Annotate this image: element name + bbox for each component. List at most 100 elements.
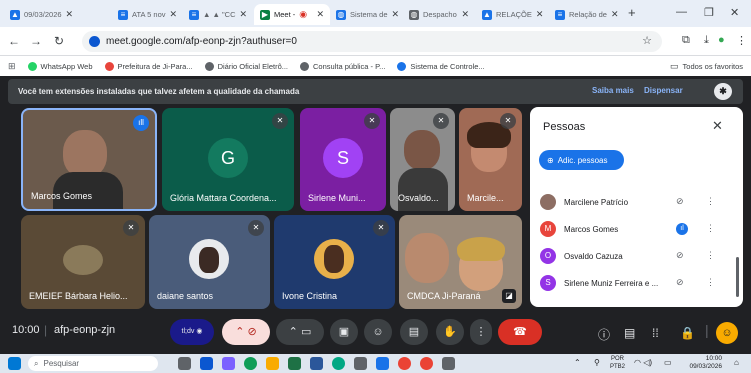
reload-icon[interactable]: ↻ bbox=[54, 34, 64, 48]
bookmark-whatsapp[interactable]: WhatsApp Web bbox=[27, 61, 93, 71]
excel-icon[interactable] bbox=[288, 357, 301, 370]
video-tile-sirlene[interactable]: S ✕ Sirlene Muni... bbox=[300, 108, 386, 211]
battery-icon[interactable]: ▭ bbox=[664, 358, 672, 367]
mic-toggle-button[interactable]: ⌃ ⊘ bbox=[222, 319, 270, 345]
info-icon[interactable]: ⓘ bbox=[598, 326, 610, 343]
meeting-controls: 10:00 | afp-eonp-zjn tl;dv ◉ ⌃ ⊘ ⌃ ▭ ▣ ☺… bbox=[0, 310, 751, 354]
task-view-icon[interactable] bbox=[178, 357, 191, 370]
minimize-icon[interactable]: — bbox=[676, 6, 687, 18]
download-icon[interactable]: ⤓ bbox=[704, 34, 709, 47]
system-clock[interactable]: 10:00 09/03/2026 bbox=[682, 355, 722, 371]
more-options-icon[interactable]: ⋮ bbox=[706, 277, 715, 288]
video-tile-gloria[interactable]: G ✕ Glória Mattara Coordena... bbox=[162, 108, 294, 211]
app-icon[interactable] bbox=[354, 357, 367, 370]
avatar: S bbox=[540, 275, 556, 291]
captions-button[interactable]: ▣ bbox=[330, 319, 358, 345]
browser-tab[interactable]: ≡ ▲ ▲ "CC ✕ bbox=[183, 4, 253, 25]
video-tile-osvaldo[interactable]: ✕ Osvaldo... bbox=[390, 108, 455, 211]
close-tab-icon[interactable]: ✕ bbox=[240, 9, 248, 20]
present-button[interactable]: ▤ bbox=[400, 319, 428, 345]
extension-puzzle-icon[interactable]: ✱ bbox=[714, 83, 732, 100]
activities-icon[interactable]: ⁞⁞ bbox=[652, 326, 659, 340]
menu-icon[interactable]: ⋮ bbox=[736, 34, 747, 47]
more-options-button[interactable]: ⋮ bbox=[470, 319, 492, 345]
bookmark-sistema[interactable]: Sistema de Controle... bbox=[397, 61, 485, 71]
close-panel-icon[interactable]: ✕ bbox=[712, 118, 723, 134]
address-bar[interactable]: meet.google.com/afp-eonp-zjn?authuser=0 … bbox=[82, 31, 662, 52]
video-tile-marcilene[interactable]: ✕ Marcile... bbox=[459, 108, 522, 211]
browser-tab[interactable]: ▲ RELAÇÕE ✕ bbox=[476, 4, 548, 25]
site-info-icon[interactable] bbox=[89, 36, 100, 47]
extensions-icon[interactable]: ⧉ bbox=[682, 34, 690, 47]
add-people-button[interactable]: ⊕ Adic. pessoas bbox=[539, 150, 624, 170]
close-tab-icon[interactable]: ✕ bbox=[66, 9, 74, 20]
dismiss-button[interactable]: Dispensar bbox=[644, 86, 683, 95]
chrome-icon[interactable] bbox=[398, 357, 411, 370]
bookmark-star-icon[interactable]: ☆ bbox=[642, 34, 652, 47]
leave-call-button[interactable]: ☎ bbox=[498, 319, 542, 345]
browser-tab[interactable]: ≡ Relação de ✕ bbox=[549, 4, 621, 25]
file-explorer-icon[interactable] bbox=[266, 357, 279, 370]
browser-tab-active[interactable]: ▶ Meet - ◉ ✕ bbox=[254, 4, 330, 25]
wifi-volume-icon[interactable]: ◠ ◁) bbox=[634, 358, 652, 367]
tab-label: RELAÇÕE bbox=[496, 10, 532, 19]
bookmark-consulta[interactable]: Consulta pública - P... bbox=[300, 61, 385, 71]
profile-icon[interactable]: ● bbox=[718, 34, 725, 46]
more-options-icon[interactable]: ⋮ bbox=[706, 223, 715, 234]
word-icon[interactable] bbox=[310, 357, 323, 370]
learn-more-link[interactable]: Saiba mais bbox=[592, 86, 634, 95]
raise-hand-button[interactable]: ✋ bbox=[436, 319, 464, 345]
taskbar-search[interactable]: ⌕ Pesquisar bbox=[28, 356, 158, 371]
new-tab-icon[interactable]: + bbox=[628, 5, 636, 20]
all-bookmarks[interactable]: ▭ Todos os favoritos bbox=[670, 61, 743, 72]
settings-icon[interactable] bbox=[442, 357, 455, 370]
folder-icon: ▭ bbox=[670, 60, 679, 71]
edge-icon[interactable] bbox=[244, 357, 257, 370]
bookmark-prefeitura[interactable]: Prefeitura de Ji-Para... bbox=[104, 61, 193, 71]
forward-icon[interactable]: → bbox=[30, 34, 42, 48]
video-tile-marcos[interactable]: ıll Marcos Gomes bbox=[21, 108, 157, 211]
browser-tab[interactable]: ≡ ATA 5 nov ✕ bbox=[112, 4, 182, 25]
close-tab-icon[interactable]: ✕ bbox=[461, 9, 469, 20]
mic-off-icon: ✕ bbox=[500, 113, 516, 129]
app-icon[interactable] bbox=[376, 357, 389, 370]
whatsapp-icon[interactable] bbox=[332, 357, 345, 370]
app-icon[interactable] bbox=[222, 357, 235, 370]
apps-icon[interactable]: ⊞ bbox=[8, 61, 16, 72]
close-tab-icon[interactable]: ✕ bbox=[611, 9, 619, 20]
video-tile-daiane[interactable]: ✕ daiane santos bbox=[149, 215, 270, 309]
host-controls-icon[interactable]: 🔒 bbox=[680, 326, 695, 340]
mic-off-icon: ✕ bbox=[433, 113, 449, 129]
close-tab-icon[interactable]: ✕ bbox=[170, 9, 178, 20]
scrollbar[interactable] bbox=[736, 257, 739, 297]
app-icon[interactable] bbox=[200, 357, 213, 370]
browser-tab[interactable]: ◍ Despacho ✕ bbox=[403, 4, 475, 25]
reactions-button[interactable]: ☺ bbox=[364, 319, 392, 345]
browser-tab[interactable]: ▲ 09/03/2026 ✕ bbox=[4, 4, 74, 25]
chat-icon[interactable]: ▤ bbox=[624, 326, 635, 340]
chevron-up-icon[interactable]: ⌃ bbox=[574, 358, 581, 367]
notifications-icon[interactable]: ⌂ bbox=[734, 358, 739, 367]
close-tab-icon[interactable]: ✕ bbox=[392, 9, 400, 20]
browser-tab[interactable]: ◍ Sistema de ✕ bbox=[330, 4, 402, 25]
network-icon[interactable]: ⚲ bbox=[594, 358, 600, 367]
video-tile-cmdca[interactable]: ◪ CMDCA Ji-Paraná bbox=[399, 215, 522, 309]
video-tile-emeief[interactable]: ✕ EMEIEF Bárbara Helio... bbox=[21, 215, 145, 309]
present-icon: ▤ bbox=[408, 326, 420, 338]
chrome-icon[interactable] bbox=[420, 357, 433, 370]
input-language[interactable]: POR PTB2 bbox=[610, 355, 625, 371]
back-icon[interactable]: ← bbox=[8, 34, 20, 48]
close-tab-icon[interactable]: ✕ bbox=[316, 9, 324, 20]
more-options-icon[interactable]: ⋮ bbox=[706, 196, 715, 207]
video-tile-ivone[interactable]: ✕ Ivone Cristina bbox=[274, 215, 395, 309]
close-tab-icon[interactable]: ✕ bbox=[536, 9, 544, 20]
restore-icon[interactable]: ❐ bbox=[704, 6, 714, 19]
more-options-icon[interactable]: ⋮ bbox=[706, 250, 715, 261]
close-window-icon[interactable]: ✕ bbox=[730, 6, 739, 19]
bookmark-diario[interactable]: Diário Oficial Eletrô... bbox=[204, 61, 288, 71]
start-icon[interactable] bbox=[8, 357, 21, 370]
tldv-extension-button[interactable]: tl;dv ◉ bbox=[170, 319, 214, 345]
extension-icon[interactable]: ☺ bbox=[716, 322, 738, 344]
pin-icon[interactable]: ◪ bbox=[502, 289, 516, 303]
camera-toggle-button[interactable]: ⌃ ▭ bbox=[276, 319, 324, 345]
